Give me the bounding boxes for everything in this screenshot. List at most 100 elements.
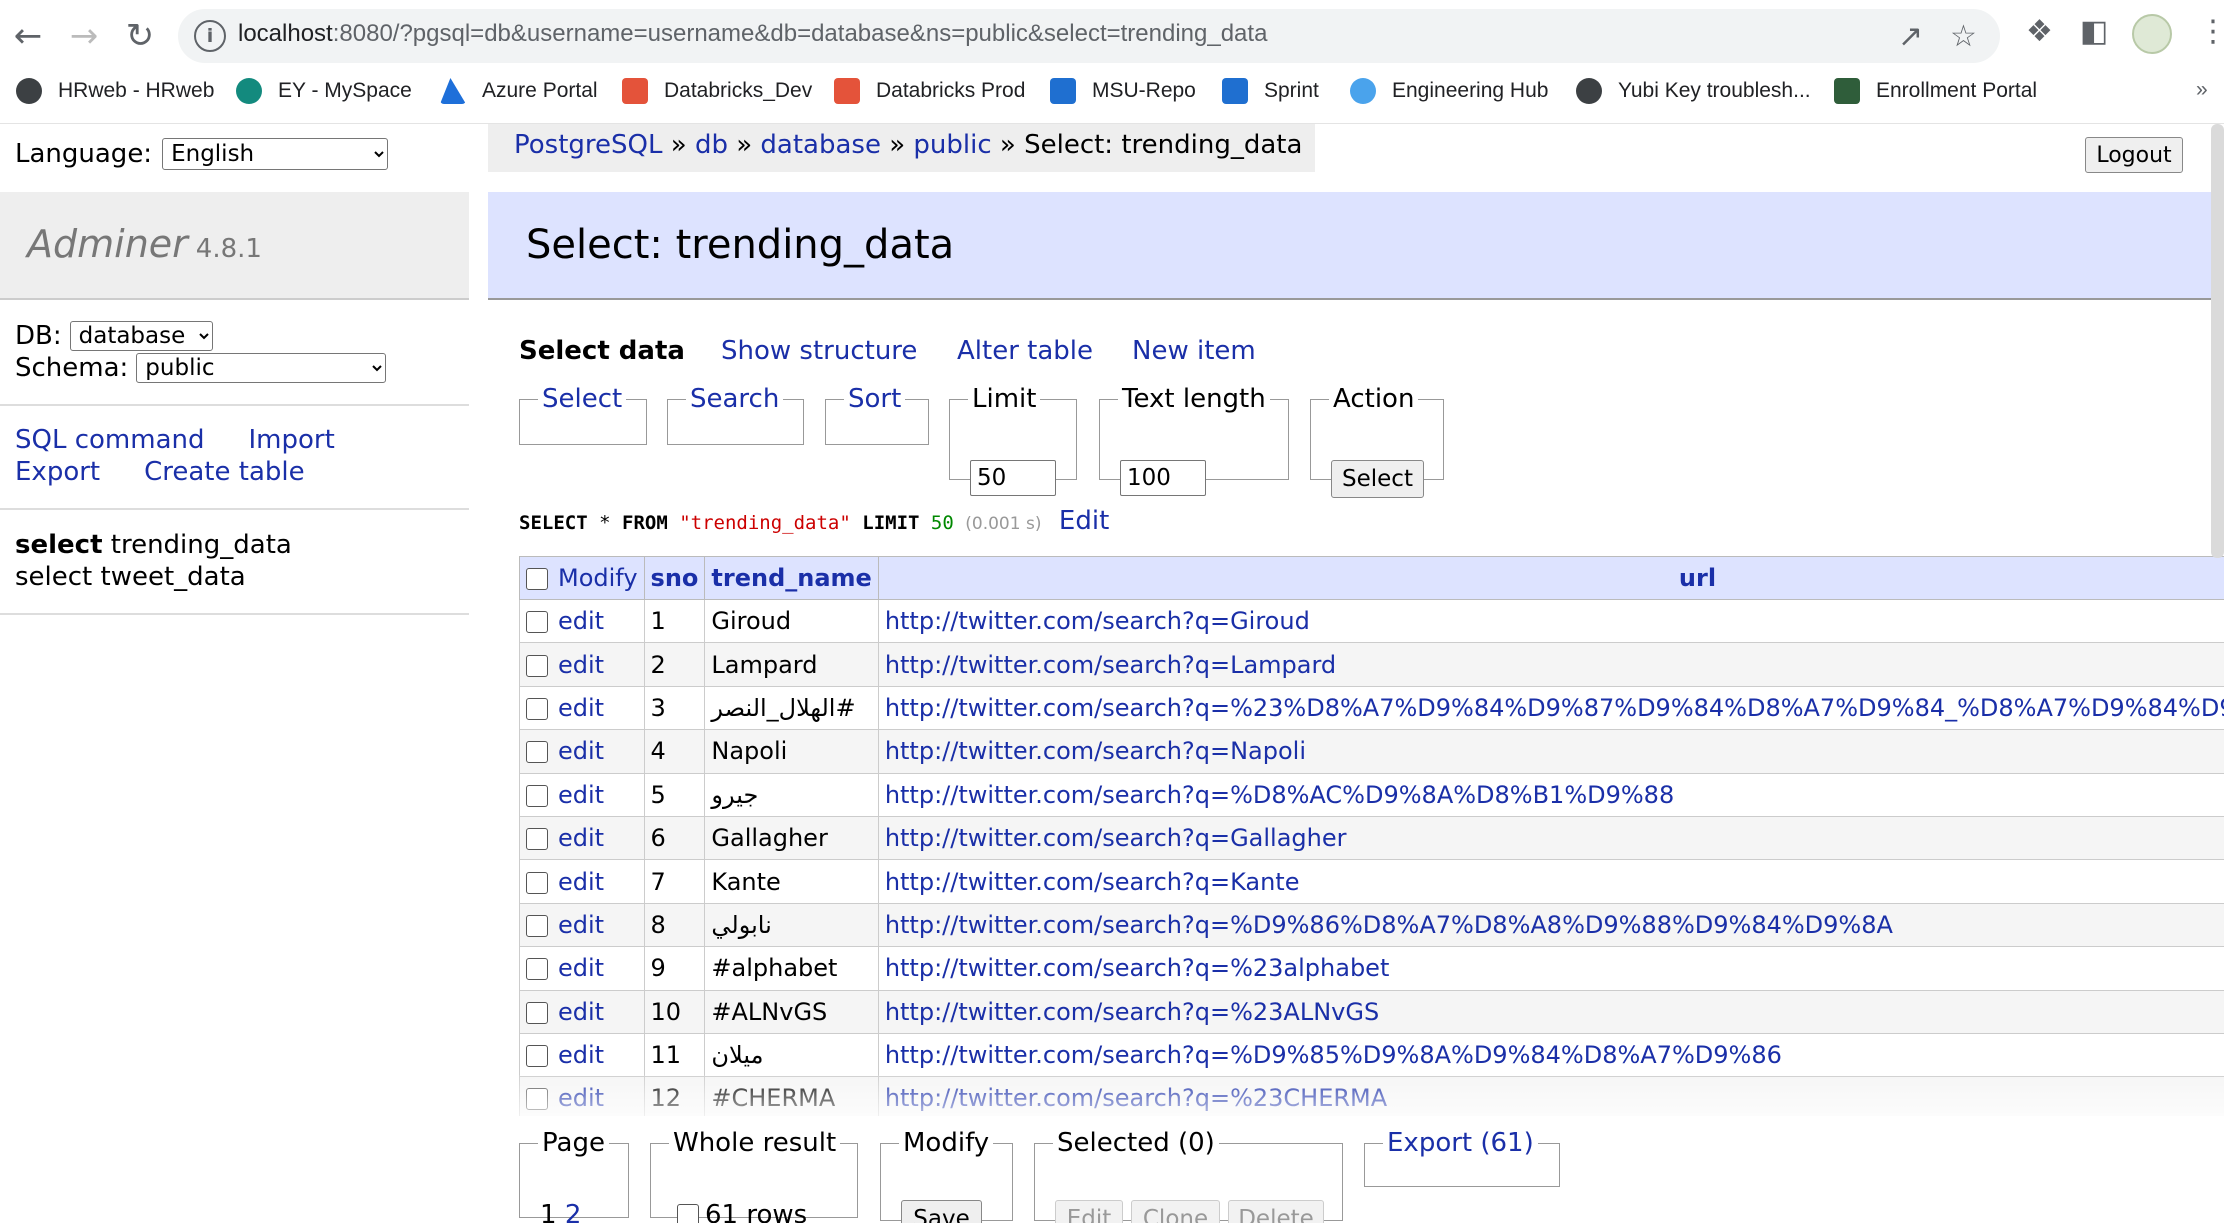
menu-icon[interactable]: ⋮	[2198, 14, 2224, 49]
reload-icon[interactable]: ↻	[118, 14, 162, 58]
table-link[interactable]: trending_data	[111, 530, 292, 560]
sort-fieldset[interactable]: Sort	[825, 384, 929, 445]
row-checkbox[interactable]	[526, 958, 548, 981]
bookmark-star-icon[interactable]: ☆	[1950, 19, 1977, 54]
row-edit-link[interactable]: edit	[558, 607, 604, 635]
row-edit-link[interactable]: edit	[558, 868, 604, 896]
bookmark-databricks-dev[interactable]: Databricks_Dev	[622, 78, 812, 104]
url-text[interactable]: localhost:8080/?pgsql=db&username=userna…	[238, 20, 1267, 48]
url-link[interactable]: http://twitter.com/search?q=%D9%86%D8%A7…	[885, 911, 1893, 939]
breadcrumb-db[interactable]: db	[695, 130, 728, 160]
trend-name-header[interactable]: trend_name	[704, 556, 879, 600]
select-link[interactable]: select	[15, 562, 92, 592]
save-button[interactable]: Save	[901, 1200, 982, 1223]
extensions-icon[interactable]: ❖	[2026, 14, 2053, 49]
url-link[interactable]: http://twitter.com/search?q=%D9%85%D9%8A…	[885, 1041, 1782, 1069]
edit-query-link[interactable]: Edit	[1059, 506, 1109, 536]
url-link[interactable]: http://twitter.com/search?q=%23%D8%A7%D9…	[885, 694, 2224, 722]
url-link[interactable]: http://twitter.com/search?q=%23alphabet	[885, 954, 1390, 982]
row-checkbox[interactable]	[526, 1045, 548, 1068]
sort-toggle[interactable]: Sort	[848, 384, 901, 414]
table-item-trending-data[interactable]: select trending_data	[15, 529, 292, 561]
row-edit-link[interactable]: edit	[558, 998, 604, 1026]
export-toggle[interactable]: Export (61)	[1387, 1128, 1534, 1158]
share-icon[interactable]: ↗	[1898, 19, 1923, 54]
row-edit-link[interactable]: edit	[558, 737, 604, 765]
select-all-checkbox[interactable]	[526, 568, 548, 590]
row-edit-link[interactable]: edit	[558, 781, 604, 809]
forward-icon[interactable]: →	[62, 14, 106, 58]
language-select[interactable]: English	[162, 138, 389, 170]
page-2-link[interactable]: 2	[565, 1200, 582, 1223]
row-edit-link[interactable]: edit	[558, 824, 604, 852]
bookmark-yubikey[interactable]: Yubi Key troublesh...	[1576, 78, 1811, 104]
db-select[interactable]: database	[69, 321, 213, 351]
clone-button[interactable]: Clone	[1131, 1200, 1220, 1223]
url-link[interactable]: http://twitter.com/search?q=Lampard	[885, 651, 1336, 679]
side-panel-icon[interactable]: ◧	[2080, 14, 2108, 49]
row-checkbox[interactable]	[526, 741, 548, 764]
edit-button[interactable]: Edit	[1055, 1200, 1123, 1223]
row-checkbox[interactable]	[526, 828, 548, 851]
row-checkbox[interactable]	[526, 784, 548, 807]
profile-avatar[interactable]	[2132, 14, 2172, 54]
url-link[interactable]: http://twitter.com/search?q=%23ALNvGS	[885, 998, 1379, 1026]
logout-button[interactable]: Logout	[2085, 137, 2183, 173]
create-table-link[interactable]: Create table	[144, 457, 305, 487]
address-bar[interactable]: i localhost:8080/?pgsql=db&username=user…	[178, 9, 2000, 63]
row-checkbox[interactable]	[526, 654, 548, 677]
breadcrumb-postgresql[interactable]: PostgreSQL	[514, 130, 662, 160]
site-info-icon[interactable]: i	[194, 20, 226, 52]
bookmark-hrweb[interactable]: HRweb - HRweb	[16, 78, 214, 104]
search-fieldset[interactable]: Search	[667, 384, 804, 445]
import-link[interactable]: Import	[249, 425, 335, 455]
row-edit-link[interactable]: edit	[558, 954, 604, 982]
url-link[interactable]: http://twitter.com/search?q=Napoli	[885, 737, 1306, 765]
table-item-tweet-data[interactable]: select tweet_data	[15, 561, 292, 593]
back-icon[interactable]: ←	[6, 14, 50, 58]
whole-result-checkbox[interactable]	[677, 1204, 699, 1223]
bookmark-ey-myspace[interactable]: EY - MySpace	[236, 78, 412, 104]
export-fieldset[interactable]: Export (61)	[1364, 1128, 1560, 1187]
row-checkbox[interactable]	[526, 871, 548, 894]
more-bookmarks-icon[interactable]: »	[2196, 78, 2208, 102]
limit-input[interactable]	[970, 460, 1056, 496]
row-checkbox[interactable]	[526, 1001, 548, 1024]
app-name[interactable]: Adminer	[27, 222, 188, 266]
tab-new-item[interactable]: New item	[1132, 336, 1256, 366]
bookmark-databricks-prod[interactable]: Databricks Prod	[834, 78, 1025, 104]
row-edit-link[interactable]: edit	[558, 651, 604, 679]
bookmark-azure-portal[interactable]: Azure Portal	[440, 78, 598, 104]
url-link[interactable]: http://twitter.com/search?q=Giroud	[885, 607, 1310, 635]
tab-select-data[interactable]: Select data	[519, 336, 685, 366]
row-edit-link[interactable]: edit	[558, 1041, 604, 1069]
bookmark-enrollment-portal[interactable]: Enrollment Portal	[1834, 78, 2037, 104]
tab-show-structure[interactable]: Show structure	[721, 336, 917, 366]
select-toggle[interactable]: Select	[542, 384, 622, 414]
select-link[interactable]: select	[15, 530, 103, 560]
bookmark-sprint[interactable]: Sprint	[1222, 78, 1319, 104]
bookmark-msu-repo[interactable]: MSU-Repo	[1050, 78, 1196, 104]
url-header[interactable]: url	[877, 556, 2224, 600]
schema-select[interactable]: public	[136, 353, 387, 383]
breadcrumb-database[interactable]: database	[760, 130, 881, 160]
select-fieldset[interactable]: Select	[519, 384, 647, 445]
search-toggle[interactable]: Search	[690, 384, 779, 414]
row-edit-link[interactable]: edit	[558, 694, 604, 722]
row-checkbox[interactable]	[526, 914, 548, 937]
sql-command-link[interactable]: SQL command	[15, 425, 205, 455]
url-link[interactable]: http://twitter.com/search?q=Gallagher	[885, 824, 1347, 852]
page-scrollbar[interactable]	[2211, 124, 2224, 558]
row-checkbox[interactable]	[526, 697, 548, 720]
url-link[interactable]: http://twitter.com/search?q=Kante	[885, 868, 1300, 896]
modify-link[interactable]: Modify	[558, 564, 638, 592]
select-button[interactable]: Select	[1331, 460, 1424, 498]
row-checkbox[interactable]	[526, 611, 548, 634]
url-link[interactable]: http://twitter.com/search?q=%D8%AC%D9%8A…	[885, 781, 1674, 809]
row-edit-link[interactable]: edit	[558, 911, 604, 939]
tab-alter-table[interactable]: Alter table	[957, 336, 1093, 366]
text-length-input[interactable]	[1120, 460, 1206, 496]
table-link[interactable]: tweet_data	[101, 562, 246, 592]
delete-button[interactable]: Delete	[1228, 1200, 1324, 1223]
sno-header[interactable]: sno	[643, 556, 706, 600]
